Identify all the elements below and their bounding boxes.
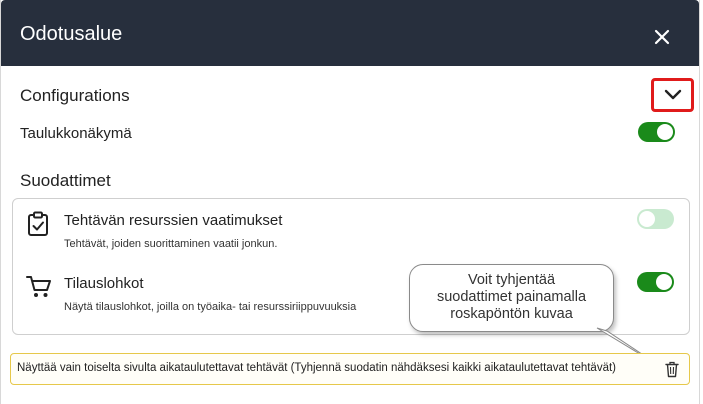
configurations-heading: Configurations [20, 86, 130, 105]
filter-notice: Näyttää vain toiselta sivulta aikataulut… [10, 353, 690, 385]
tooltip-line: suodattimet painamalla [436, 289, 587, 305]
dialog-title: Odotusalue [20, 23, 123, 45]
filters-heading: Suodattimet [20, 171, 111, 190]
table-view-label: Taulukkonäkymä [20, 125, 132, 142]
clipboard-check-icon [27, 211, 49, 242]
tooltip-line: roskapöntön kuvaa [450, 306, 573, 322]
filter-toggle-task-requirements[interactable] [637, 209, 674, 229]
table-view-toggle[interactable] [638, 122, 675, 142]
chevron-down-icon [664, 89, 682, 100]
filter-notice-text: Näyttää vain toiselta sivulta aikataulut… [17, 362, 616, 374]
filter-toggle-order-blocks[interactable] [637, 272, 674, 292]
filter-description: Näytä tilauslohkot, joilla on työaika- t… [64, 301, 357, 313]
filter-title: Tilauslohkot [64, 275, 144, 292]
filter-description: Tehtävät, joiden suorittaminen vaatii jo… [64, 238, 278, 250]
waiting-area-dialog: Odotusalue Configurations Taulukkonäkymä… [0, 0, 700, 404]
tooltip-line: Voit tyhjentää [467, 272, 556, 288]
filter-title: Tehtävän resurssien vaatimukset [64, 212, 283, 229]
trash-icon[interactable] [665, 361, 679, 383]
close-icon[interactable] [651, 26, 673, 48]
help-tooltip: Voit tyhjentää suodattimet painamalla ro… [409, 264, 614, 332]
dialog-header: Odotusalue [1, 0, 699, 66]
shopping-cart-icon [26, 275, 52, 304]
configurations-collapse-button[interactable] [651, 78, 694, 112]
